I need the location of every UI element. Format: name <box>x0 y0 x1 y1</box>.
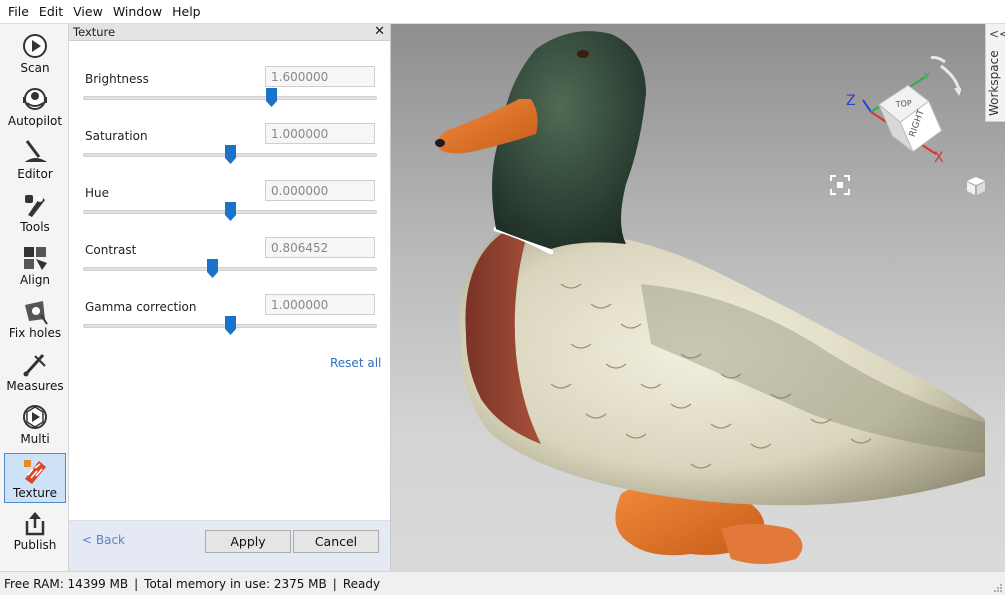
autopilot-icon <box>23 88 47 110</box>
menu-edit[interactable]: Edit <box>34 0 68 24</box>
contrast-value-field[interactable]: 0.806452 <box>265 237 375 258</box>
hue-value-field[interactable]: 0.000000 <box>265 180 375 201</box>
scan-icon <box>23 34 47 58</box>
tool-label: Multi <box>20 432 50 446</box>
cube-view-icon[interactable] <box>965 175 987 197</box>
tool-autopilot[interactable]: Autopilot <box>4 82 66 132</box>
slider-label: Saturation <box>85 129 148 143</box>
align-icon <box>24 247 47 270</box>
slider-label: Gamma correction <box>85 300 197 314</box>
apply-button[interactable]: Apply <box>205 530 291 553</box>
fix-holes-icon <box>25 301 48 325</box>
menu-view[interactable]: View <box>68 0 108 24</box>
workspace-tab[interactable]: << Workspace <box>985 24 1005 122</box>
slider-row-hue: Hue 0.000000 <box>83 180 379 230</box>
tool-label: Publish <box>13 538 57 552</box>
reset-all-link[interactable]: Reset all <box>330 356 381 370</box>
slider-row-gamma: Gamma correction 1.000000 <box>83 294 379 344</box>
slider-row-brightness: Brightness 1.600000 <box>83 66 379 116</box>
menu-file[interactable]: File <box>3 0 34 24</box>
slider-track[interactable] <box>83 267 377 271</box>
slider-track[interactable] <box>83 96 377 100</box>
tool-fix-holes[interactable]: Fix holes <box>4 294 66 344</box>
workspace-label: Workspace <box>987 50 1001 116</box>
tool-editor[interactable]: Editor <box>4 135 66 185</box>
gizmo-x-label: X <box>934 150 944 166</box>
tool-label: Scan <box>20 61 50 75</box>
slider-thumb[interactable] <box>206 259 218 278</box>
tool-label: Align <box>19 273 51 287</box>
menu-help[interactable]: Help <box>167 0 206 24</box>
close-icon[interactable]: ✕ <box>374 24 385 39</box>
tool-label: Editor <box>17 167 53 181</box>
slider-thumb[interactable] <box>224 145 236 164</box>
tool-multi[interactable]: Multi <box>4 400 66 450</box>
slider-thumb[interactable] <box>265 88 277 107</box>
slider-label: Contrast <box>85 243 137 257</box>
collapse-icon[interactable]: << <box>989 27 1005 41</box>
saturation-value-field[interactable]: 1.000000 <box>265 123 375 144</box>
tool-publish[interactable]: Publish <box>4 506 66 556</box>
panel-header: Texture ✕ <box>69 24 390 41</box>
tool-label: Tools <box>20 220 50 234</box>
cancel-button[interactable]: Cancel <box>293 530 379 553</box>
multi-icon <box>23 405 47 429</box>
status-separator: | <box>332 576 337 591</box>
free-ram-status: Free RAM: 14399 MB <box>4 576 129 591</box>
tool-label: Texture <box>13 486 57 500</box>
tool-align[interactable]: Align <box>4 241 66 291</box>
gizmo-top-label: TOP <box>894 99 912 109</box>
gizmo-z-label: Z <box>846 93 856 109</box>
panel-title: Texture <box>73 25 116 39</box>
tool-texture[interactable]: Texture <box>4 453 66 503</box>
menu-window[interactable]: Window <box>108 0 167 24</box>
tool-scan[interactable]: Scan <box>4 29 66 79</box>
editor-icon <box>25 140 47 162</box>
tool-label: Fix holes <box>8 326 62 340</box>
tool-measures[interactable]: Measures <box>4 347 66 397</box>
tool-tools[interactable]: Tools <box>4 188 66 238</box>
slider-row-contrast: Contrast 0.806452 <box>83 237 379 287</box>
resize-grip-icon[interactable] <box>993 583 1003 593</box>
fit-view-icon[interactable] <box>829 174 851 196</box>
texture-panel: Texture ✕ Brightness 1.600000 Saturation… <box>69 24 391 571</box>
3d-viewport[interactable]: TOP RIGHT Z X Y << Workspace <box>391 24 1005 571</box>
gizmo-y-label: Y <box>923 72 930 82</box>
tool-label: Measures <box>6 379 64 393</box>
tool-label: Autopilot <box>7 114 63 128</box>
left-toolbar: Scan Autopilot Editor Tools Align Fix ho… <box>0 24 69 571</box>
texture-icon <box>24 460 46 484</box>
status-separator: | <box>134 576 139 591</box>
total-memory-status: Total memory in use: 2375 MB <box>144 576 327 591</box>
slider-row-saturation: Saturation 1.000000 <box>83 123 379 173</box>
publish-icon <box>25 512 45 536</box>
menu-bar: File Edit View Window Help <box>0 0 1005 24</box>
measures-icon <box>23 353 46 377</box>
gamma-value-field[interactable]: 1.000000 <box>265 294 375 315</box>
slider-label: Hue <box>85 186 110 200</box>
slider-thumb[interactable] <box>224 202 236 221</box>
panel-footer: < Back Apply Cancel <box>69 520 390 571</box>
back-link[interactable]: < Back <box>82 533 125 547</box>
slider-label: Brightness <box>85 72 149 86</box>
slider-thumb[interactable] <box>224 316 236 335</box>
status-bar: Free RAM: 14399 MB | Total memory in use… <box>0 571 1005 595</box>
brightness-value-field[interactable]: 1.600000 <box>265 66 375 87</box>
ready-status: Ready <box>342 576 381 591</box>
tools-icon <box>25 195 45 217</box>
orientation-gizmo[interactable]: TOP RIGHT Z X Y <box>841 52 961 172</box>
